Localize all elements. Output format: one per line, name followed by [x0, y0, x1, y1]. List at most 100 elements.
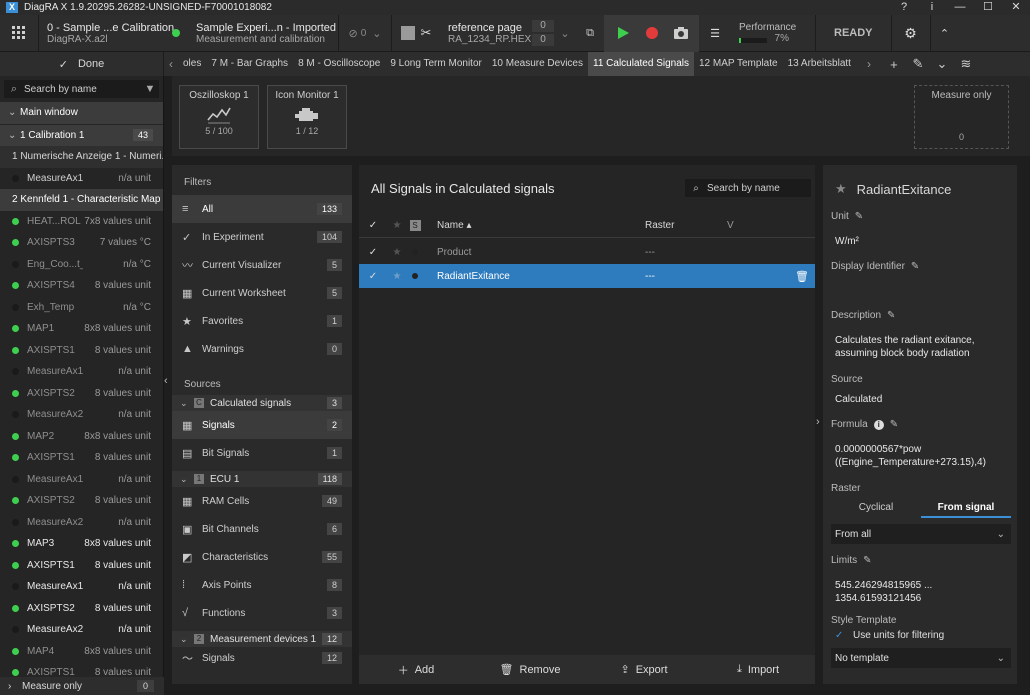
- filter-item[interactable]: ✓ In Experiment 104: [172, 223, 352, 251]
- filter-funnel-icon[interactable]: ▼: [141, 83, 159, 95]
- tab-0[interactable]: oles: [178, 52, 206, 76]
- measure-only-dropzone[interactable]: Measure only 0: [914, 85, 1009, 149]
- trash-icon[interactable]: 🗑: [795, 270, 809, 283]
- tree-row[interactable]: AXISPTS1 8 values unit: [0, 340, 163, 362]
- signals-search-input[interactable]: Search by name: [707, 183, 780, 194]
- chevron-down-icon[interactable]: ⌄: [930, 56, 954, 72]
- tree-row[interactable]: Exh_Temp n/a °C: [0, 297, 163, 319]
- tree-row[interactable]: AXISPTS1 8 values unit: [0, 447, 163, 469]
- raster-from-signal-tab[interactable]: From signal: [921, 498, 1011, 518]
- filter-item[interactable]: 〜 Signals 12: [172, 647, 352, 669]
- tabs-scroll-left-icon[interactable]: ‹: [164, 57, 178, 71]
- collapse-toolbar-icon[interactable]: ⌃: [931, 15, 959, 52]
- tree-row[interactable]: AXISPTS2 8 values unit: [0, 490, 163, 512]
- tab-5[interactable]: 11 Calculated Signals: [588, 52, 694, 76]
- experiment-selector[interactable]: Sample Experi...n - Imported Measurement…: [188, 15, 338, 52]
- column-name[interactable]: Name ▴: [423, 220, 641, 231]
- tree-row[interactable]: AXISPTS2 8 values unit: [0, 598, 163, 620]
- tab-6[interactable]: 12 MAP Template: [694, 52, 783, 76]
- tree-row[interactable]: HEAT...ROL 7x8 values unit: [0, 211, 163, 233]
- add-tab-icon[interactable]: +: [882, 57, 906, 72]
- tree-row[interactable]: AXISPTS3 7 values °C: [0, 232, 163, 254]
- tree-row[interactable]: MAP4 8x8 values unit: [0, 641, 163, 663]
- snapshot-button[interactable]: [666, 15, 695, 52]
- tree-row[interactable]: MeasureAx2 n/a unit: [0, 619, 163, 641]
- export-button[interactable]: ⇪ Export: [587, 663, 701, 677]
- settings-gear-icon[interactable]: ⚙: [892, 15, 930, 52]
- state-header-icon[interactable]: S: [407, 220, 423, 231]
- done-button[interactable]: ✓ Done: [0, 52, 164, 76]
- filter-item[interactable]: √ Functions 3: [172, 599, 352, 627]
- tab-4[interactable]: 10 Measure Devices: [487, 52, 588, 76]
- tab-7[interactable]: 13 Arbeitsblatt: [783, 52, 856, 76]
- edit-pencil-icon[interactable]: ✎: [906, 56, 930, 72]
- tree-row-measureax1[interactable]: MeasureAx1 n/a unit: [0, 168, 163, 190]
- session-list-icon[interactable]: ☰: [699, 15, 731, 52]
- tree-main-window[interactable]: ⌄ Main window: [0, 102, 163, 124]
- apps-grid-icon[interactable]: [0, 15, 38, 52]
- start-button[interactable]: [608, 15, 637, 52]
- edit-formula-pencil-icon[interactable]: ✎: [890, 419, 898, 430]
- column-raster[interactable]: Raster: [641, 220, 717, 231]
- tree-kennfeld[interactable]: 2 Kennfeld 1 - Characteristic Map: [0, 189, 163, 211]
- favorite-header-star-icon[interactable]: ★: [387, 220, 407, 231]
- link-disabled-button[interactable]: ⊘ 0 ⌄: [339, 15, 391, 52]
- tab-2[interactable]: 8 M - Oscilloscope: [293, 52, 385, 76]
- tree-search-input[interactable]: Search by name: [24, 84, 141, 95]
- filter-item[interactable]: ◩ Characteristics 55: [172, 543, 352, 571]
- tree-row[interactable]: MAP3 8x8 values unit: [0, 533, 163, 555]
- maximize-button[interactable]: ☐: [974, 0, 1002, 15]
- add-button[interactable]: ＋ Add: [359, 662, 473, 678]
- reference-page-selector[interactable]: reference page RA_1234_RP.HEX: [440, 15, 532, 52]
- tree-row[interactable]: MeasureAx1 n/a unit: [0, 469, 163, 491]
- tree-row[interactable]: MeasureAx1 n/a unit: [0, 576, 163, 598]
- group-calculated-signals[interactable]: ⌄ C Calculated signals 3: [172, 395, 352, 411]
- refpage-dropdown-icon[interactable]: ⌄: [554, 15, 576, 52]
- help-button[interactable]: ?: [890, 0, 918, 15]
- filter-item[interactable]: ▦ RAM Cells 49: [172, 487, 352, 515]
- filter-item[interactable]: 〰 Current Visualizer 5: [172, 251, 352, 279]
- tab-1[interactable]: 7 M - Bar Graphs: [206, 52, 293, 76]
- tabs-scroll-right-icon[interactable]: ›: [862, 57, 876, 71]
- remove-button[interactable]: 🗑 Remove: [473, 663, 587, 677]
- info-button[interactable]: i: [918, 0, 946, 15]
- group-ecu[interactable]: ⌄ 1 ECU 1 118: [172, 471, 352, 487]
- column-v[interactable]: V: [717, 220, 734, 231]
- group-measurement-devices[interactable]: ⌄ 2 Measurement devices 1 12: [172, 631, 352, 647]
- tree-row[interactable]: AXISPTS2 8 values unit: [0, 383, 163, 405]
- record-button[interactable]: [637, 15, 666, 52]
- filter-item[interactable]: ▲ Warnings 0: [172, 335, 352, 363]
- tab-3[interactable]: 9 Long Term Monitor: [385, 52, 487, 76]
- visualizer-card-icon-monitor[interactable]: Icon Monitor 1 1 / 12: [267, 85, 347, 149]
- filter-item[interactable]: ▤ Bit Signals 1: [172, 439, 352, 467]
- edit-unit-pencil-icon[interactable]: ✎: [855, 211, 863, 222]
- raster-cyclical-tab[interactable]: Cyclical: [831, 498, 921, 518]
- raster-source-select[interactable]: From all ⌄: [831, 524, 1011, 544]
- table-row[interactable]: ✓ ★ Product ---: [359, 240, 815, 264]
- style-template-select[interactable]: No template ⌄: [831, 648, 1011, 668]
- edit-display-id-pencil-icon[interactable]: ✎: [911, 261, 919, 272]
- copy-page-icon[interactable]: ⧉: [576, 15, 604, 52]
- favorite-star-icon[interactable]: ★: [835, 181, 847, 197]
- filter-item[interactable]: ▦ Current Worksheet 5: [172, 279, 352, 307]
- signals-search[interactable]: ⌕ Search by name: [685, 179, 811, 197]
- tree-search[interactable]: ⌕ Search by name ▼: [4, 80, 159, 98]
- tree-row[interactable]: AXISPTS1 8 values unit: [0, 555, 163, 577]
- use-units-checkbox[interactable]: ✓ Use units for filtering: [835, 630, 944, 641]
- detail-collapse-icon[interactable]: ›: [816, 416, 820, 428]
- info-icon[interactable]: i: [873, 419, 884, 430]
- visualizer-card-oscilloscope[interactable]: Oszilloskop 1 5 / 100: [179, 85, 259, 149]
- filter-item[interactable]: ★ Favorites 1: [172, 307, 352, 335]
- tree-row[interactable]: AXISPTS4 8 values unit: [0, 275, 163, 297]
- minimize-button[interactable]: —: [946, 0, 974, 15]
- filter-item[interactable]: ⁞ Axis Points 8: [172, 571, 352, 599]
- tree-calibration[interactable]: ⌄ 1 Calibration 1 43: [0, 124, 163, 146]
- tree-row[interactable]: MeasureAx2 n/a unit: [0, 404, 163, 426]
- tree-row[interactable]: MeasureAx1 n/a unit: [0, 361, 163, 383]
- tree-numeric-display[interactable]: 1 Numerische Anzeige 1 - Numeri...: [0, 146, 163, 168]
- row-star-icon[interactable]: ★: [387, 271, 407, 282]
- page-tools[interactable]: ✂: [392, 15, 440, 52]
- tree-row[interactable]: MAP1 8x8 values unit: [0, 318, 163, 340]
- tree-row[interactable]: MeasureAx2 n/a unit: [0, 512, 163, 534]
- row-check-icon[interactable]: ✓: [359, 247, 387, 258]
